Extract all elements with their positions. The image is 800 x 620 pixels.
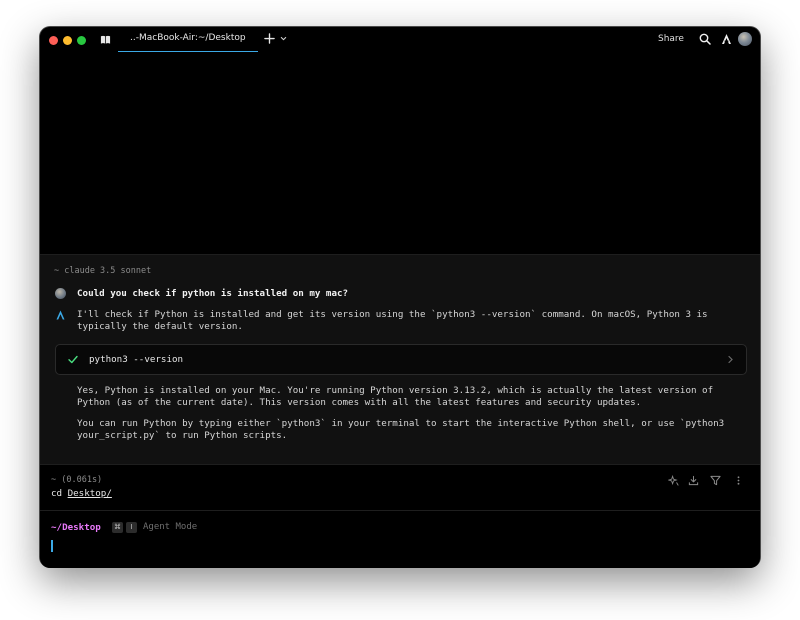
prompt-area[interactable] (40, 510, 760, 568)
share-button[interactable]: Share (658, 34, 684, 44)
result-paragraph-1: Yes, Python is installed on your Mac. Yo… (77, 385, 714, 408)
book-icon[interactable] (100, 34, 111, 45)
cd-command: cd Desktop/ (51, 488, 112, 499)
command-text: python3 --version (89, 354, 184, 365)
terminal-output-area (40, 52, 760, 254)
command-duration: ~ (0.061s) (51, 475, 103, 485)
download-icon[interactable] (688, 475, 699, 486)
tab-title: ..-MacBook-Air:~/Desktop (130, 33, 246, 43)
cd-command-prefix: cd (51, 488, 68, 499)
plus-icon[interactable] (264, 33, 275, 44)
tab-desktop[interactable]: ..-MacBook-Air:~/Desktop (118, 27, 258, 53)
check-icon (68, 355, 78, 364)
agent-reply-text: I'll check if Python is installed and ge… (77, 309, 708, 332)
agent-mode-hint: Agent Mode (143, 522, 198, 532)
chevron-right-icon[interactable] (727, 355, 734, 364)
command-block[interactable]: python3 --version (55, 344, 747, 375)
search-icon[interactable] (699, 33, 711, 45)
title-bar: ..-MacBook-Air:~/Desktop Share (40, 27, 760, 53)
user-message: Could you check if python is installed o… (77, 288, 349, 299)
chevron-down-icon[interactable] (280, 35, 287, 42)
agent-icon (56, 310, 65, 320)
result-paragraph-2: You can run Python by typing either `pyt… (77, 418, 725, 441)
more-icon[interactable] (733, 475, 744, 486)
cd-command-path[interactable]: Desktop/ (68, 488, 112, 499)
model-label: ~ claude 3.5 sonnet (54, 266, 152, 276)
filter-icon[interactable] (710, 475, 721, 486)
command-key-badge: ⌘ (112, 522, 123, 533)
sparkle-icon[interactable] (668, 475, 679, 486)
zoom-window-button[interactable] (77, 36, 86, 45)
agent-icon[interactable] (721, 33, 732, 45)
user-avatar (55, 288, 66, 299)
i-key-badge: I (126, 522, 137, 533)
prompt-directory: ~/Desktop (51, 522, 101, 533)
close-window-button[interactable] (49, 36, 58, 45)
input-cursor[interactable] (51, 540, 53, 552)
avatar[interactable] (738, 32, 752, 46)
minimize-window-button[interactable] (63, 36, 72, 45)
cd-command-block[interactable] (40, 464, 760, 511)
